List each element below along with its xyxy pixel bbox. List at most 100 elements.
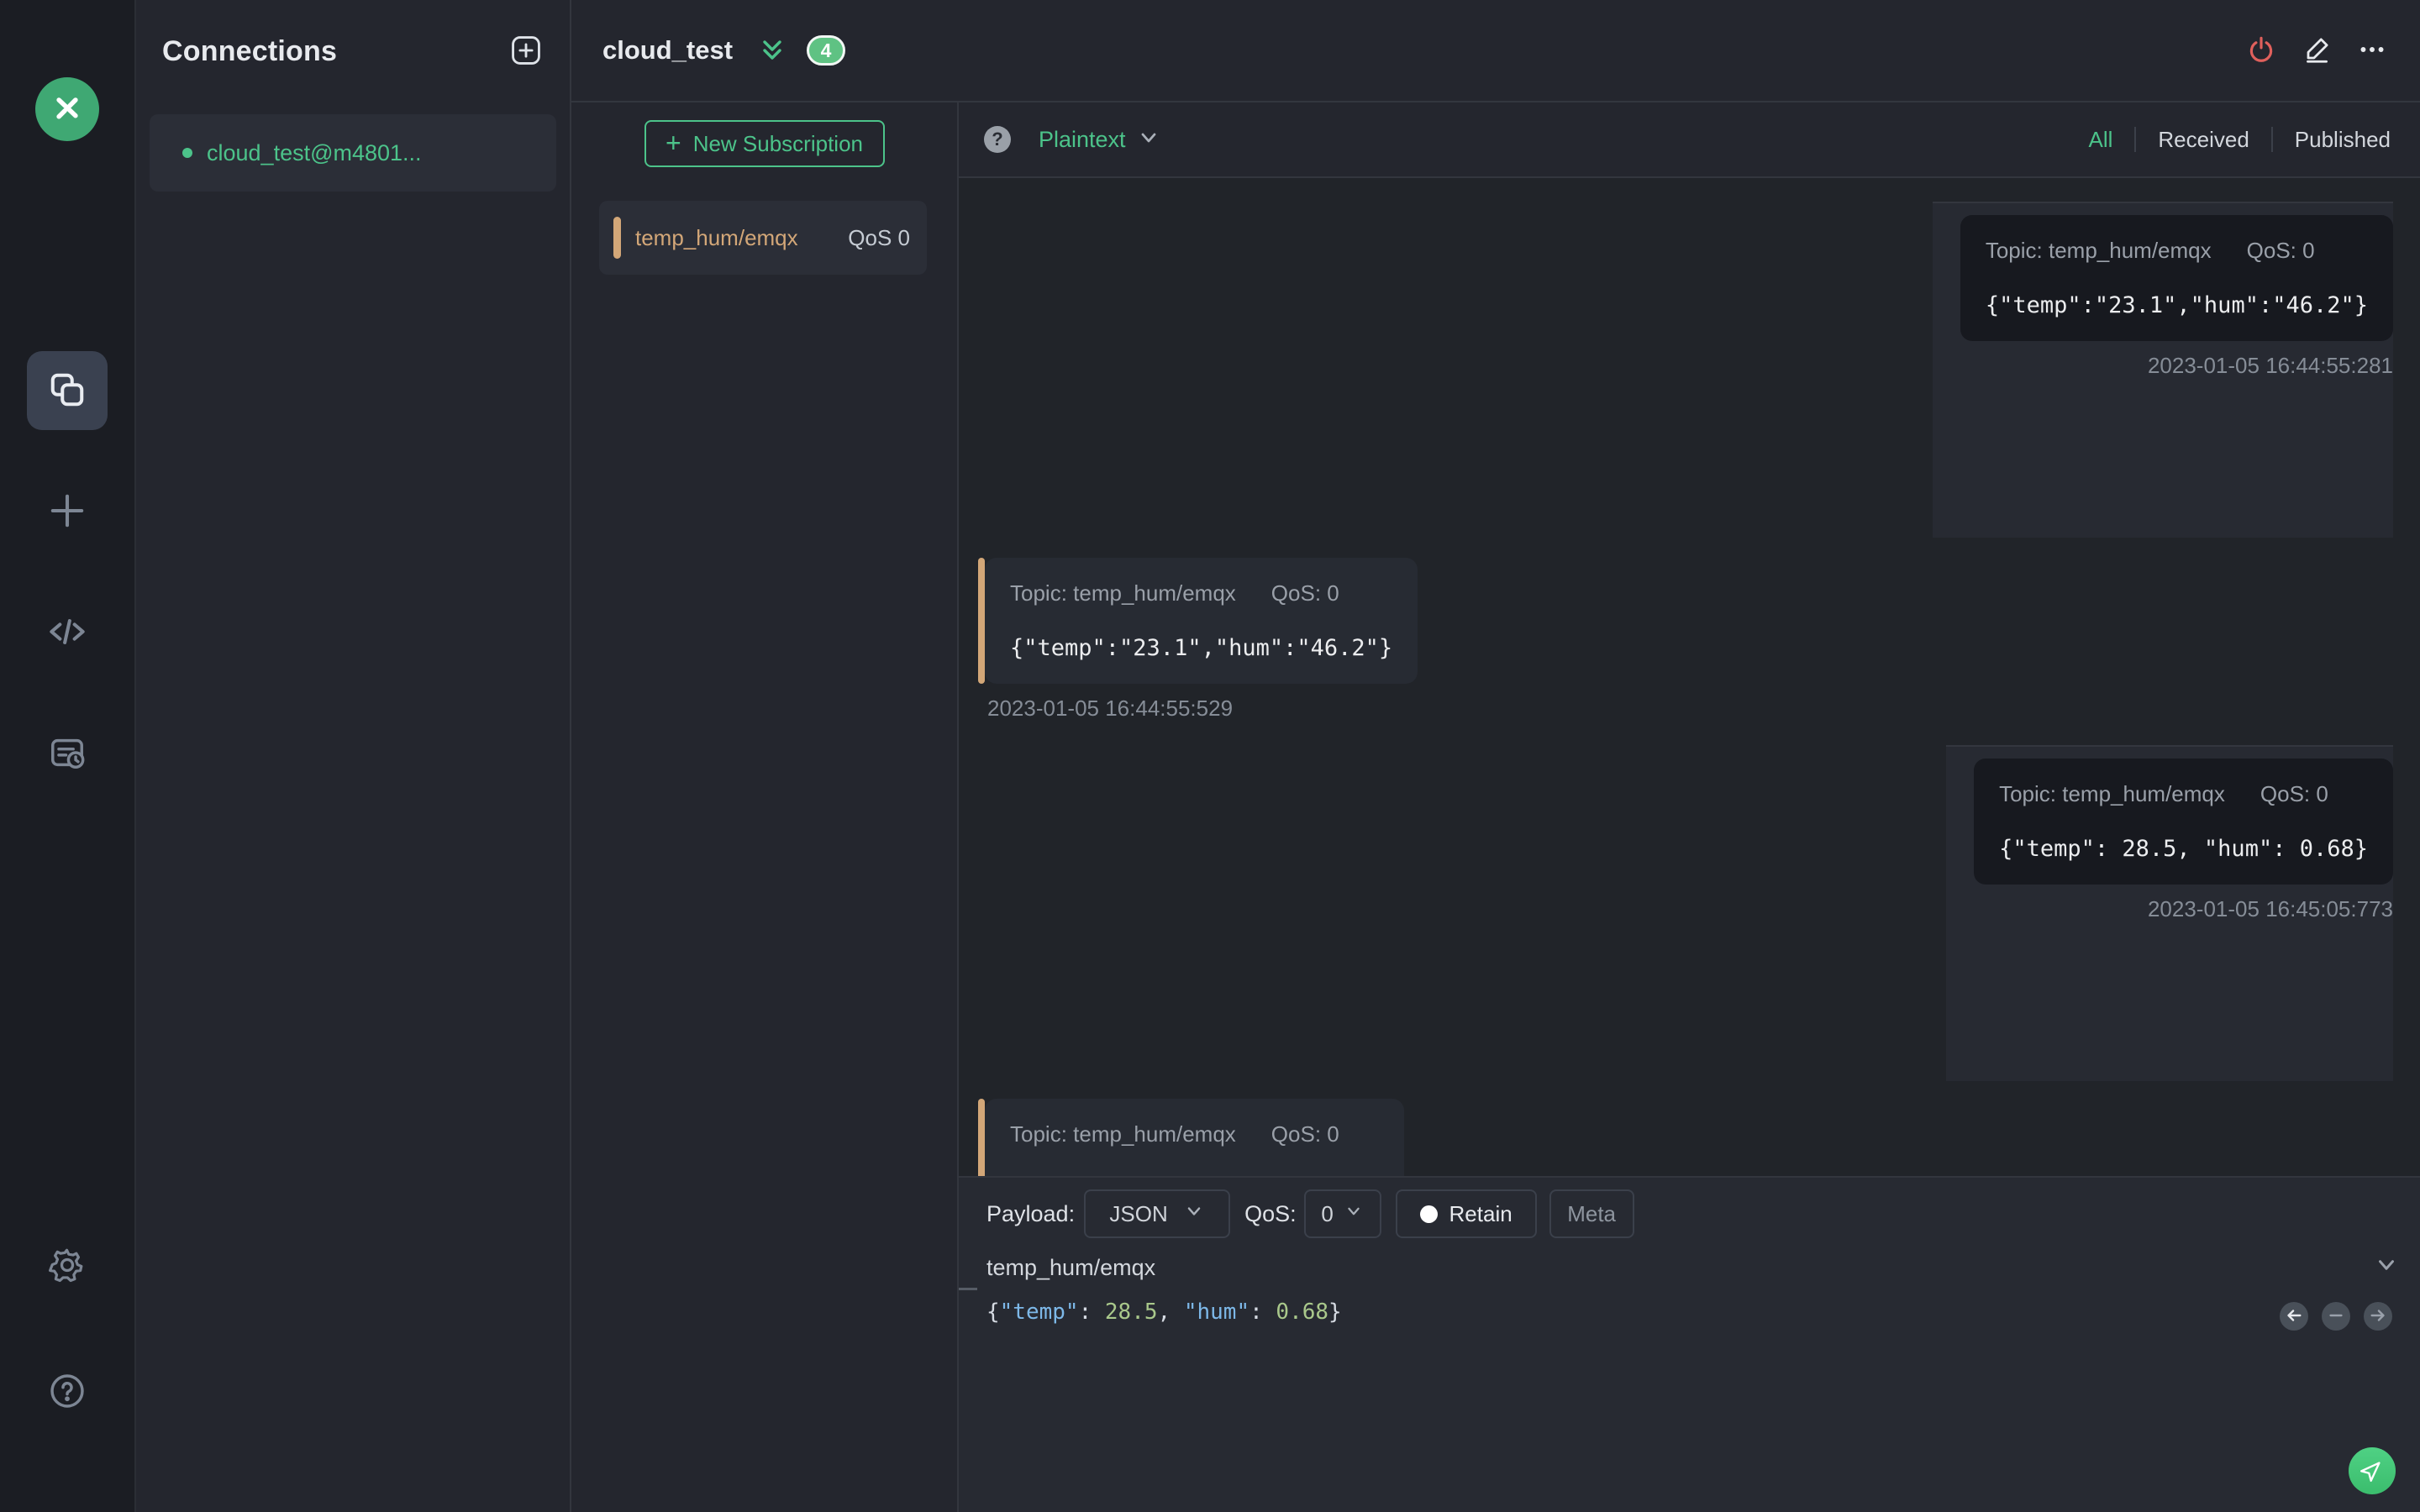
message-bubble: Topic: temp_hum/emqx QoS: 0 {"temp": 28.… bbox=[1974, 759, 2393, 885]
nav-connections-button[interactable] bbox=[27, 351, 108, 430]
mqttx-app: Connections cloud_test@m4801... cloud_te… bbox=[0, 0, 2420, 1512]
new-subscription-label: New Subscription bbox=[692, 130, 863, 156]
main-area: cloud_test 4 + New Subscription temp_hum… bbox=[571, 0, 2420, 1512]
subscription-topic: temp_hum/emqx bbox=[635, 224, 798, 250]
connections-header: Connections bbox=[136, 0, 570, 102]
subscriptions-column: + New Subscription temp_hum/emqx QoS 0 bbox=[571, 102, 959, 1512]
mqttx-logo-icon bbox=[35, 77, 99, 141]
gear-icon bbox=[48, 1246, 87, 1287]
connection-header: cloud_test 4 bbox=[571, 0, 2420, 102]
tab-received[interactable]: Received bbox=[2158, 127, 2249, 153]
message-format-value: Plaintext bbox=[1039, 126, 1126, 152]
message-payload: {"temp":"23.1","hum":"46.2"} bbox=[1010, 635, 1393, 661]
remove-payload-button[interactable] bbox=[2322, 1302, 2350, 1331]
code-icon bbox=[48, 612, 87, 654]
tab-all[interactable]: All bbox=[2088, 127, 2112, 153]
meta-button[interactable]: Meta bbox=[1549, 1189, 1634, 1238]
message-topic: Topic: temp_hum/emqx bbox=[1010, 580, 1236, 606]
nav-log-button[interactable] bbox=[27, 714, 108, 793]
next-payload-button[interactable] bbox=[2364, 1302, 2392, 1331]
send-button[interactable] bbox=[2349, 1447, 2396, 1494]
message-topic: Topic: temp_hum/emqx bbox=[1010, 1121, 1236, 1147]
connections-title: Connections bbox=[162, 34, 338, 67]
payload-code: {"temp": 28.5, "hum": 0.68} bbox=[986, 1299, 1342, 1325]
message-topic: Topic: temp_hum/emqx bbox=[1985, 238, 2212, 263]
power-icon bbox=[2245, 34, 2277, 68]
add-connection-button[interactable] bbox=[510, 34, 542, 69]
subscription-color-bar bbox=[613, 217, 621, 259]
payload-format-help-icon[interactable]: ? bbox=[984, 126, 1011, 153]
retain-dot-icon bbox=[1419, 1205, 1438, 1223]
message-timestamp: 2023-01-05 16:45:05:773 bbox=[2147, 896, 2393, 921]
payload-format-select[interactable]: JSON bbox=[1084, 1189, 1231, 1238]
messages-toolbar: ? Plaintext All Received Published bbox=[959, 102, 2420, 178]
message-qos: QoS: 0 bbox=[1270, 580, 1339, 606]
message-qos: QoS: 0 bbox=[2246, 238, 2315, 263]
publish-panel: Payload: JSON QoS: 0 Retain Meta temp_hu… bbox=[959, 1176, 2420, 1512]
messages-column: ? Plaintext All Received Published Topic… bbox=[959, 102, 2420, 1512]
publish-controls: Payload: JSON QoS: 0 Retain Meta bbox=[986, 1189, 2420, 1238]
message-list: Topic: temp_hum/emqx QoS: 0 {"temp":"23.… bbox=[959, 178, 2420, 1176]
connection-name: cloud_test@m4801... bbox=[207, 139, 422, 165]
payload-editor[interactable]: {"temp": 28.5, "hum": 0.68} bbox=[986, 1299, 2420, 1325]
message-format-select[interactable]: Plaintext bbox=[1039, 125, 1161, 155]
content-area: + New Subscription temp_hum/emqx QoS 0 ?… bbox=[571, 102, 2420, 1512]
message-qos: QoS: 0 bbox=[2260, 781, 2328, 806]
topic-value: temp_hum/emqx bbox=[986, 1254, 1156, 1280]
tab-divider bbox=[2270, 127, 2273, 152]
tab-published[interactable]: Published bbox=[2295, 127, 2391, 153]
message[interactable]: Topic: temp_hum/emqx QoS: 0 {"temp":"23.… bbox=[1932, 202, 2393, 538]
message-topic: Topic: temp_hum/emqx bbox=[1999, 781, 2225, 806]
topic-input[interactable]: temp_hum/emqx bbox=[986, 1253, 2420, 1282]
message[interactable]: Topic: temp_hum/emqx QoS: 0 {"temp": 28.… bbox=[1946, 745, 2393, 1081]
message-bubble: Topic: temp_hum/emqx QoS: 0 {"temp":"23.… bbox=[1960, 215, 2393, 341]
nav-script-button[interactable] bbox=[27, 593, 108, 672]
connections-icon bbox=[48, 370, 87, 412]
connections-panel: Connections cloud_test@m4801... bbox=[136, 0, 571, 1512]
payload-format-label: Payload: bbox=[986, 1200, 1076, 1226]
header-actions bbox=[2245, 34, 2388, 68]
chevron-down-icon bbox=[1183, 1200, 1205, 1228]
minus-icon bbox=[2327, 1306, 2345, 1327]
disconnect-button[interactable] bbox=[2245, 34, 2277, 68]
payload-format-value: JSON bbox=[1109, 1200, 1168, 1226]
help-button[interactable] bbox=[27, 1352, 108, 1431]
payload-history-nav bbox=[2280, 1302, 2392, 1331]
message-qos: QoS: 0 bbox=[1270, 1121, 1339, 1147]
tab-divider bbox=[2134, 127, 2137, 152]
arrow-right-icon bbox=[2369, 1306, 2387, 1327]
settings-button[interactable] bbox=[27, 1226, 108, 1305]
connection-item[interactable]: cloud_test@m4801... bbox=[150, 114, 556, 192]
more-options-button[interactable] bbox=[2356, 34, 2388, 68]
retain-toggle[interactable]: Retain bbox=[1395, 1189, 1537, 1238]
message-bubble: Topic: temp_hum/emqx QoS: 0 {"temp":"23.… bbox=[985, 558, 1418, 684]
message-filter-tabs: All Received Published bbox=[2088, 127, 2391, 153]
arrow-left-icon bbox=[2285, 1306, 2303, 1327]
retain-label: Retain bbox=[1449, 1200, 1512, 1226]
qos-select[interactable]: 0 bbox=[1303, 1189, 1381, 1238]
connection-status-dot bbox=[182, 148, 192, 158]
message-timestamp: 2023-01-05 16:44:55:529 bbox=[987, 696, 1234, 721]
editor-fold-marker bbox=[959, 1288, 977, 1290]
edit-connection-button[interactable] bbox=[2301, 34, 2333, 68]
square-plus-icon bbox=[510, 34, 542, 69]
chevron-down-icon bbox=[1344, 1201, 1364, 1227]
chevron-down-icon bbox=[1136, 125, 1161, 155]
message-accent-bar bbox=[978, 1099, 985, 1176]
ellipsis-icon bbox=[2356, 34, 2388, 68]
message[interactable]: Topic: temp_hum/emqx QoS: 0 {"temp":"23.… bbox=[978, 558, 1418, 722]
plus-icon: + bbox=[666, 127, 681, 158]
new-connection-button[interactable] bbox=[27, 472, 108, 551]
editor-collapse-chevron-icon[interactable] bbox=[2373, 1252, 2400, 1283]
pencil-icon bbox=[2301, 34, 2333, 68]
log-icon bbox=[48, 733, 87, 774]
message-bubble: Topic: temp_hum/emqx QoS: 0 {"temp": 28.… bbox=[985, 1099, 1404, 1176]
prev-payload-button[interactable] bbox=[2280, 1302, 2308, 1331]
subscription-item[interactable]: temp_hum/emqx QoS 0 bbox=[599, 201, 927, 275]
message-accent-bar bbox=[978, 558, 985, 684]
message[interactable]: Topic: temp_hum/emqx QoS: 0 {"temp": 28.… bbox=[978, 1099, 1404, 1176]
paper-plane-icon bbox=[2360, 1457, 2385, 1485]
new-subscription-button[interactable]: + New Subscription bbox=[644, 120, 885, 167]
rail-bottom bbox=[27, 1226, 108, 1431]
collapse-panel-chevrons-icon[interactable] bbox=[757, 35, 787, 66]
